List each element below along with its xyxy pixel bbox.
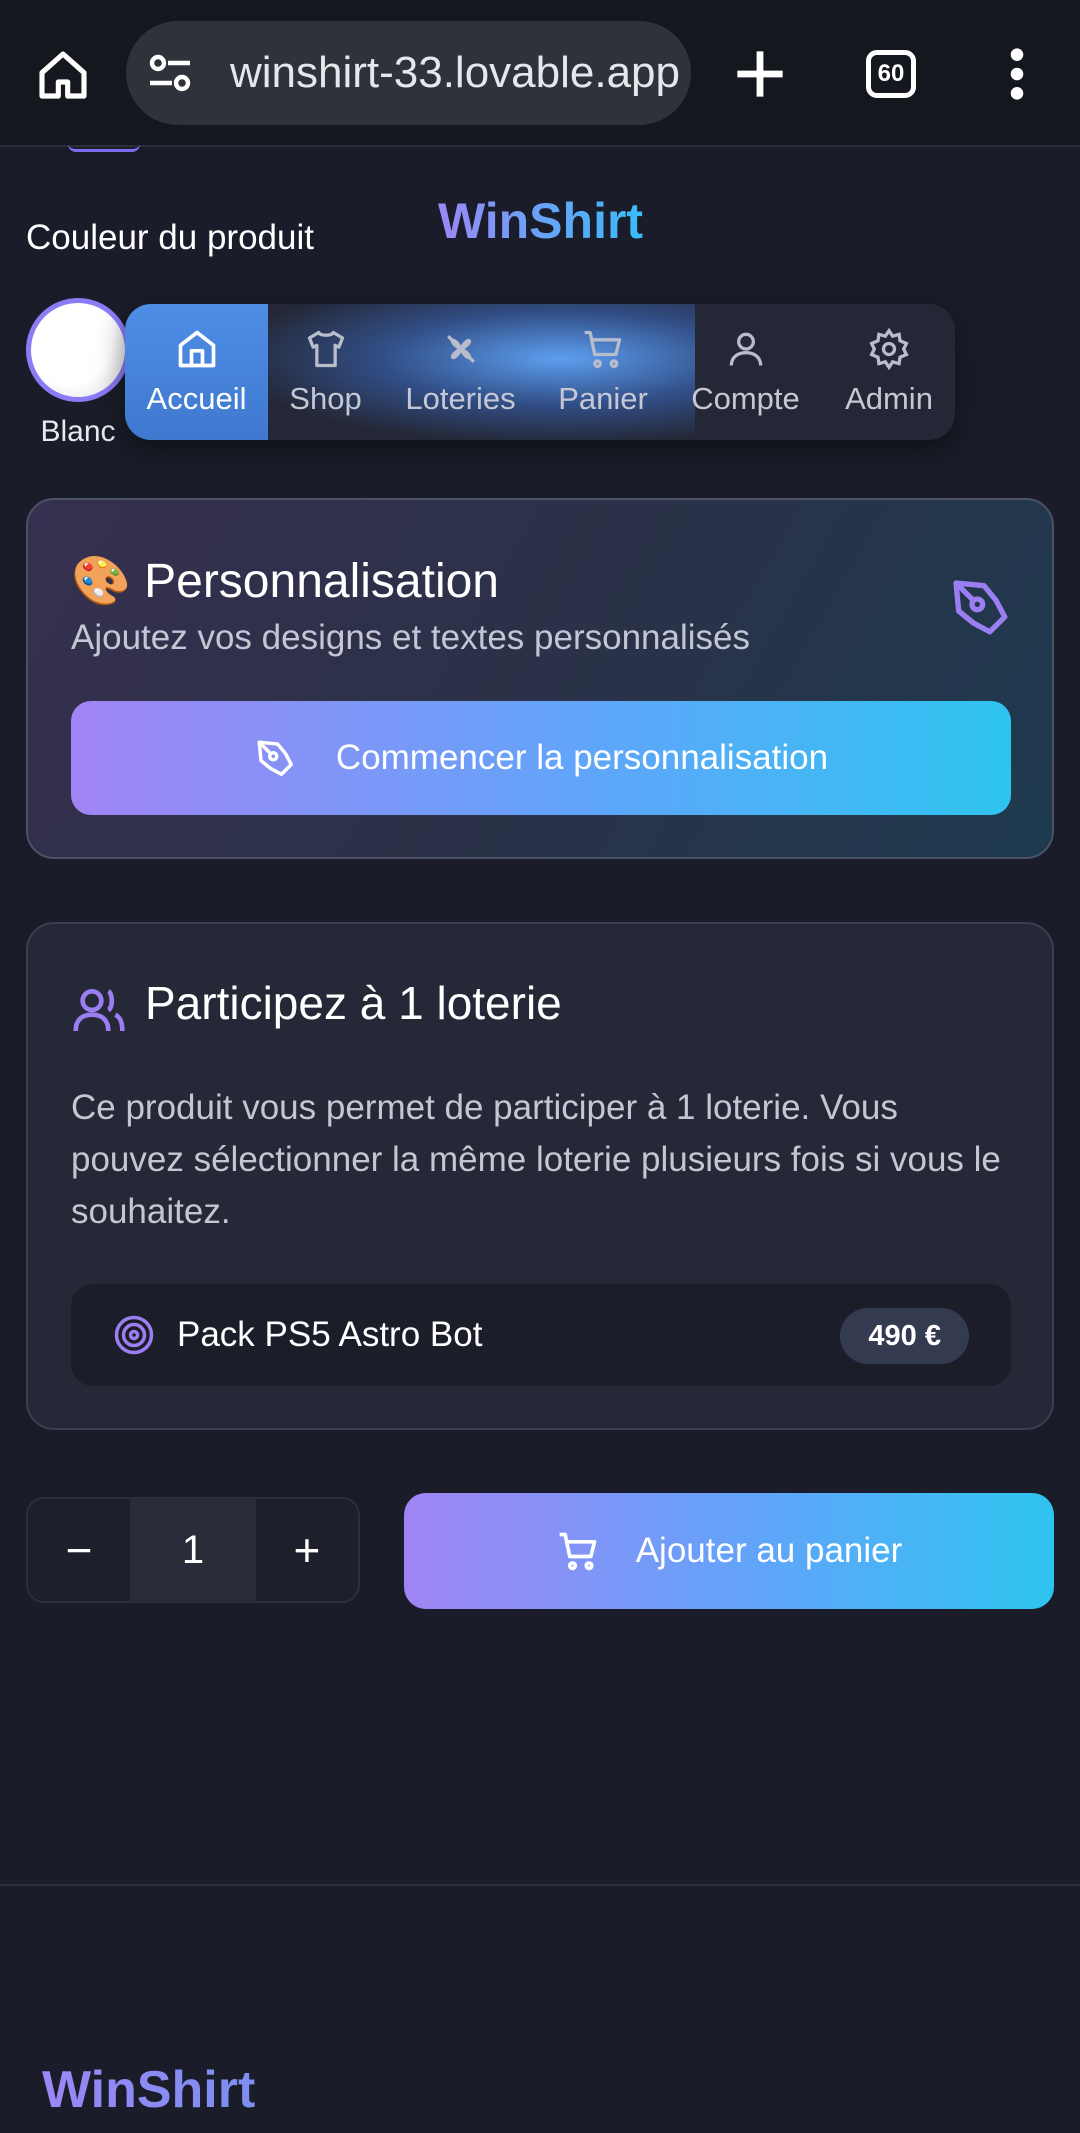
home-icon xyxy=(178,330,215,368)
quantity-stepper: − 1 + xyxy=(26,1497,360,1603)
lottery-description: Ce produit vous permet de participer à 1… xyxy=(71,1088,1001,1231)
color-swatch-white[interactable] xyxy=(26,298,130,402)
url-text: winshirt-33.lovable.app xyxy=(229,48,680,97)
footer-logo[interactable]: WinShirt xyxy=(42,2060,255,2120)
users-icon xyxy=(73,989,125,1032)
address-bar[interactable]: winshirt-33.lovable.app xyxy=(126,21,691,125)
site-settings-icon[interactable] xyxy=(146,51,194,95)
personalisation-subtitle: Ajoutez vos designs et textes personnali… xyxy=(71,618,750,657)
target-icon xyxy=(114,1315,154,1355)
nav-item-loteries[interactable]: Loteries xyxy=(383,304,538,440)
gear-icon xyxy=(869,327,909,371)
clover-icon xyxy=(446,334,475,364)
floating-nav: Accueil Shop Loteries Panier Compte Admi… xyxy=(125,304,955,440)
decrease-quantity-button[interactable]: − xyxy=(28,1499,130,1601)
new-tab-icon[interactable] xyxy=(726,40,794,108)
personalisation-card: 🎨 Personnalisation Ajoutez vos designs e… xyxy=(26,498,1054,859)
cart-icon xyxy=(559,1532,597,1571)
personalisation-title: 🎨 Personnalisation xyxy=(71,555,499,608)
lottery-card: Participez à 1 loterie Ce produit vous p… xyxy=(26,922,1054,1430)
nav-label: Compte xyxy=(691,381,800,416)
nav-item-shop[interactable]: Shop xyxy=(268,304,383,440)
shirt-icon xyxy=(307,330,344,368)
nav-label: Accueil xyxy=(146,381,247,416)
nav-label: Panier xyxy=(558,381,648,416)
site-logo[interactable]: WinShirt xyxy=(438,192,643,250)
pen-tool-icon xyxy=(953,580,1008,635)
home-icon[interactable] xyxy=(30,42,96,108)
lottery-item-price: 490 € xyxy=(840,1308,969,1364)
lottery-item-name: Pack PS5 Astro Bot xyxy=(177,1315,483,1354)
lottery-item[interactable]: Pack PS5 Astro Bot 490 € xyxy=(71,1284,1011,1386)
pen-tool-icon xyxy=(257,740,293,777)
button-label: Ajouter au panier xyxy=(635,1531,903,1570)
nav-item-panier[interactable]: Panier xyxy=(538,304,668,440)
footer-divider xyxy=(0,1884,1080,1886)
increase-quantity-button[interactable]: + xyxy=(256,1499,358,1601)
nav-label: Loteries xyxy=(405,381,516,416)
user-icon xyxy=(729,332,762,366)
tab-switcher-button[interactable]: 60 xyxy=(866,50,916,98)
add-to-cart-button[interactable]: Ajouter au panier xyxy=(404,1493,1054,1609)
quantity-value[interactable]: 1 xyxy=(130,1499,256,1601)
lottery-title: Participez à 1 loterie xyxy=(145,977,562,1029)
nav-label: Admin xyxy=(845,381,933,416)
start-personalisation-button[interactable]: Commencer la personnalisation xyxy=(71,701,1011,815)
nav-item-compte[interactable]: Compte xyxy=(668,304,823,440)
nav-item-accueil[interactable]: Accueil xyxy=(125,304,268,440)
nav-label: Shop xyxy=(289,381,362,416)
nav-item-admin[interactable]: Admin xyxy=(823,304,955,440)
more-menu-icon[interactable] xyxy=(1000,45,1034,103)
button-label: Commencer la personnalisation xyxy=(335,738,829,777)
palette-emoji: 🎨 xyxy=(71,555,131,608)
browser-toolbar: winshirt-33.lovable.app 60 xyxy=(0,0,1080,147)
color-label: Couleur du produit xyxy=(26,218,314,257)
scroll-remnant xyxy=(68,140,140,152)
cart-icon xyxy=(584,330,622,369)
